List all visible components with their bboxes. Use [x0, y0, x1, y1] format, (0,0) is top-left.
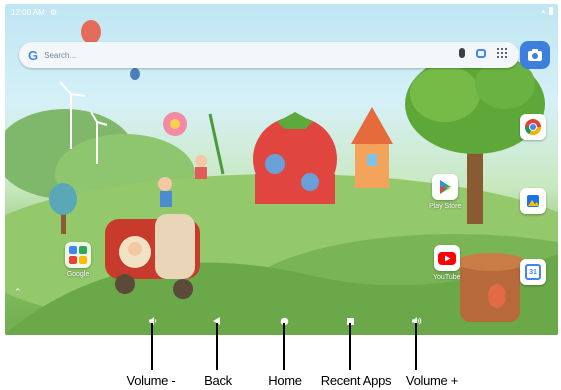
google-logo: G [28, 47, 39, 63]
apps-grid-icon[interactable] [497, 48, 507, 58]
status-icons: ▴ [541, 7, 553, 15]
youtube-icon [437, 251, 456, 265]
play-store-icon [440, 180, 452, 194]
youtube-app[interactable]: YouTube [433, 245, 461, 281]
camera-icon [528, 49, 542, 61]
chrome-icon [524, 119, 542, 136]
nav-bar [5, 305, 558, 335]
folder-apps-icon [69, 246, 87, 264]
status-bar: 12:00 AM ⚙ ▴ [5, 4, 558, 20]
caption-back: Back [204, 373, 232, 388]
google-folder[interactable]: Google [65, 242, 91, 278]
calendar-app[interactable]: 31 [520, 259, 546, 285]
search-placeholder: Search... [44, 50, 77, 60]
play-store-label: Play Store [429, 203, 462, 210]
caption-volume-down: Volume - [126, 373, 176, 388]
tablet-screen: 12:00 AM ⚙ ▴ G Search... 31 Play Store Y… [5, 4, 558, 335]
volume-down-icon [149, 317, 157, 325]
youtube-label: YouTube [433, 274, 461, 281]
leader-line-home [283, 323, 285, 370]
wifi-icon: ▴ [541, 8, 545, 15]
caption-recent-apps: Recent Apps [320, 373, 392, 388]
mic-icon[interactable] [459, 48, 465, 58]
search-actions [459, 48, 507, 58]
google-folder-tile [65, 242, 91, 268]
chrome-app[interactable] [520, 114, 546, 140]
app-drawer-handle-icon[interactable]: ⌃ [14, 287, 22, 298]
youtube-tile [433, 245, 460, 271]
google-search-bar[interactable]: G Search... [19, 42, 519, 68]
chrome-tile [520, 114, 546, 140]
gallery-tile [520, 188, 546, 214]
play-store-app[interactable]: Play Store [429, 174, 461, 210]
battery-icon [549, 7, 553, 15]
calendar-day: 31 [529, 268, 537, 276]
calendar-tile: 31 [520, 259, 546, 285]
gallery-app[interactable] [520, 188, 546, 214]
camera-app[interactable] [520, 41, 550, 69]
clock: 12:00 AM [11, 7, 45, 17]
leader-line-volume-down [151, 323, 153, 370]
lens-icon[interactable] [476, 48, 486, 58]
caption-home: Home [268, 373, 302, 388]
gallery-icon [527, 195, 539, 207]
google-folder-label: Google [66, 271, 90, 278]
leader-line-volume-up [415, 323, 417, 370]
volume-down-button[interactable] [147, 315, 159, 327]
caption-volume-up: Volume + [405, 373, 459, 388]
play-store-tile [432, 174, 459, 200]
leader-line-back [216, 323, 218, 370]
calendar-icon: 31 [525, 264, 541, 280]
gear-icon[interactable]: ⚙ [50, 8, 57, 17]
leader-line-recent-apps [349, 323, 351, 370]
